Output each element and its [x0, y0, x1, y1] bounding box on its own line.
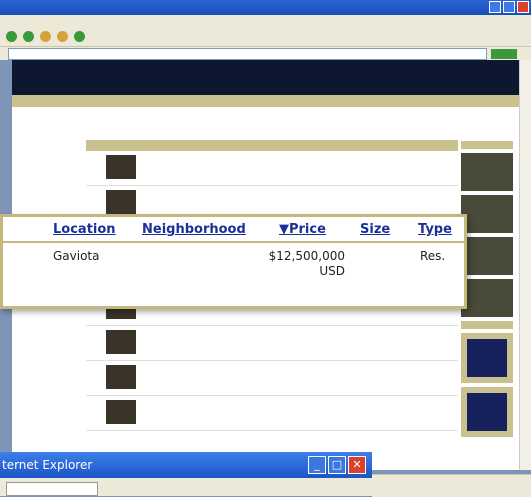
history-button[interactable] [74, 31, 85, 42]
back-arrow-icon [6, 31, 17, 42]
star-icon [57, 31, 68, 42]
featured-label [461, 141, 513, 149]
ie-minimize-button[interactable]: _ [308, 456, 326, 474]
browser-menubar[interactable] [0, 15, 531, 27]
listing-thumbnail[interactable] [106, 365, 136, 389]
listing-thumbnail[interactable] [106, 400, 136, 424]
featured-label [461, 321, 513, 329]
go-button[interactable] [491, 48, 517, 59]
table-row[interactable] [86, 151, 458, 186]
column-header-price[interactable]: ▼Price [279, 222, 326, 237]
left-navigation [18, 124, 86, 151]
ie-window: ternet Explorer _ □ ✕ [0, 452, 372, 496]
ie-window-body [0, 478, 372, 496]
forward-arrow-icon [23, 31, 34, 42]
minimize-button[interactable] [489, 1, 501, 13]
callout-header-row: Location Neighborhood ▼Price Size Type [3, 217, 464, 243]
table-row[interactable] [86, 361, 458, 396]
maximize-button[interactable] [503, 1, 515, 13]
browser-toolbar [0, 27, 531, 47]
close-button[interactable] [517, 1, 529, 13]
cell-price-currency: USD [319, 264, 345, 278]
listing-thumbnail[interactable] [106, 190, 136, 214]
ie-window-controls: _ □ ✕ [308, 456, 366, 474]
ie-window-titlebar[interactable]: ternet Explorer _ □ ✕ [0, 452, 372, 478]
featured-photo[interactable] [461, 153, 513, 191]
column-header-location[interactable]: Location [53, 222, 116, 237]
left-nav-link[interactable] [18, 124, 86, 133]
address-bar [0, 47, 531, 60]
favorites-button[interactable] [57, 31, 68, 42]
cell-location: Gaviota [53, 249, 100, 263]
featured-photo[interactable] [461, 195, 513, 233]
browser-titlebar [0, 0, 531, 15]
ie-window-title: ternet Explorer [2, 458, 93, 472]
listing-thumbnail[interactable] [106, 155, 136, 179]
column-header-size[interactable]: Size [360, 222, 390, 237]
cell-type: Res. [420, 249, 446, 263]
ie-maximize-button[interactable]: □ [328, 456, 346, 474]
cell-price-amount: $12,500,000 [268, 249, 345, 263]
ie-close-button[interactable]: ✕ [348, 456, 366, 474]
site-nav-strip [12, 95, 519, 107]
featured-ad[interactable] [461, 333, 513, 383]
left-nav-link[interactable] [18, 133, 86, 142]
forward-button[interactable] [23, 31, 34, 42]
window-controls [489, 1, 529, 13]
site-header [12, 60, 519, 95]
search-button[interactable] [40, 31, 51, 42]
featured-ad[interactable] [461, 387, 513, 437]
left-nav-link[interactable] [18, 142, 86, 151]
listing-table-header [86, 140, 458, 151]
table-row[interactable] [86, 396, 458, 431]
back-button[interactable] [6, 31, 17, 42]
status-bar [372, 474, 531, 497]
history-icon [74, 31, 85, 42]
ie-input-field[interactable] [6, 482, 98, 496]
featured-photo[interactable] [461, 237, 513, 275]
table-row[interactable] [86, 326, 458, 361]
zoomed-table-callout: Location Neighborhood ▼Price Size Type G… [0, 214, 467, 309]
column-header-neighborhood[interactable]: Neighborhood [142, 222, 246, 237]
cell-price: $12,500,000 USD [255, 249, 345, 279]
page-scrollbar[interactable] [519, 60, 531, 470]
column-header-type[interactable]: Type [418, 222, 452, 237]
search-icon [40, 31, 51, 42]
listing-thumbnail[interactable] [106, 330, 136, 354]
address-input[interactable] [8, 47, 487, 60]
featured-photo[interactable] [461, 279, 513, 317]
